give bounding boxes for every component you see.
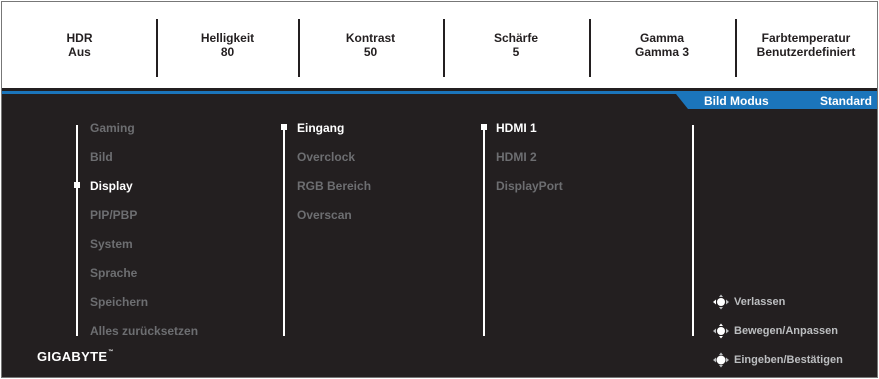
status-kontrast: Kontrast 50 bbox=[298, 2, 443, 88]
status-value: Aus bbox=[68, 45, 91, 59]
status-label: HDR bbox=[66, 31, 93, 45]
menu-item-display[interactable]: Display bbox=[90, 179, 133, 193]
menu-item-bild[interactable]: Bild bbox=[90, 150, 113, 164]
input-item-hdmi2[interactable]: HDMI 2 bbox=[496, 150, 537, 164]
hint-label: Verlassen bbox=[734, 296, 786, 308]
menu-item-gaming[interactable]: Gaming bbox=[90, 121, 135, 135]
hint-eingeben: Eingeben/Bestätigen bbox=[712, 352, 843, 368]
hint-bewegen: Bewegen/Anpassen bbox=[712, 323, 838, 339]
logo-text: GIGABYTE bbox=[37, 349, 108, 364]
joystick-updown-icon bbox=[713, 323, 729, 339]
submenu-item-overclock[interactable]: Overclock bbox=[297, 150, 355, 164]
selection-marker bbox=[74, 182, 80, 188]
status-label: Helligkeit bbox=[200, 31, 255, 45]
osd-menu: HDR Aus Helligkeit 80 Kontrast 50 Schärf… bbox=[1, 1, 878, 378]
status-value: 50 bbox=[363, 45, 378, 59]
detail-column-line bbox=[692, 125, 694, 336]
hint-label: Bewegen/Anpassen bbox=[734, 325, 838, 337]
submenu-item-eingang[interactable]: Eingang bbox=[297, 121, 344, 135]
status-hdr: HDR Aus bbox=[2, 2, 157, 88]
input-item-displayport[interactable]: DisplayPort bbox=[496, 179, 563, 193]
menu-item-sprache[interactable]: Sprache bbox=[90, 266, 137, 280]
menu-item-system[interactable]: System bbox=[90, 237, 133, 251]
selection-marker bbox=[281, 124, 287, 130]
hint-verlassen: Verlassen bbox=[712, 294, 785, 310]
status-gamma: Gamma Gamma 3 bbox=[589, 2, 735, 88]
gigabyte-logo: GIGABYTE™ bbox=[37, 349, 114, 364]
main-menu-line bbox=[76, 125, 78, 336]
status-bar: HDR Aus Helligkeit 80 Kontrast 50 Schärf… bbox=[2, 2, 877, 88]
status-value: Gamma 3 bbox=[634, 45, 690, 59]
menu-item-reset[interactable]: Alles zurücksetzen bbox=[90, 324, 198, 338]
picture-mode-value: Standard bbox=[819, 94, 872, 108]
accent-line bbox=[2, 91, 877, 94]
sub-menu-line bbox=[283, 125, 285, 336]
input-item-hdmi1[interactable]: HDMI 1 bbox=[496, 121, 537, 135]
status-value: 5 bbox=[512, 45, 520, 59]
status-value: 80 bbox=[220, 45, 235, 59]
input-menu-line bbox=[483, 125, 485, 336]
status-helligkeit: Helligkeit 80 bbox=[157, 2, 298, 88]
status-label: Farbtemperatur bbox=[761, 31, 851, 45]
picture-mode-label: Bild Modus bbox=[704, 94, 769, 108]
submenu-item-overscan[interactable]: Overscan bbox=[297, 208, 352, 222]
joystick-left-icon bbox=[713, 294, 729, 310]
hint-label: Eingeben/Bestätigen bbox=[734, 354, 843, 366]
status-value: Benutzerdefiniert bbox=[756, 45, 856, 59]
picture-mode-tab: Bild Modus Standard bbox=[676, 94, 877, 109]
status-schaerfe: Schärfe 5 bbox=[443, 2, 589, 88]
menu-item-speichern[interactable]: Speichern bbox=[90, 295, 148, 309]
status-label: Schärfe bbox=[493, 31, 539, 45]
status-label: Kontrast bbox=[345, 31, 396, 45]
status-label: Gamma bbox=[639, 31, 685, 45]
selection-marker bbox=[481, 124, 487, 130]
menu-item-pip-pbp[interactable]: PIP/PBP bbox=[90, 208, 137, 222]
submenu-item-rgb-bereich[interactable]: RGB Bereich bbox=[297, 179, 371, 193]
joystick-press-icon bbox=[713, 352, 729, 368]
status-farbtemperatur: Farbtemperatur Benutzerdefiniert bbox=[735, 2, 877, 88]
